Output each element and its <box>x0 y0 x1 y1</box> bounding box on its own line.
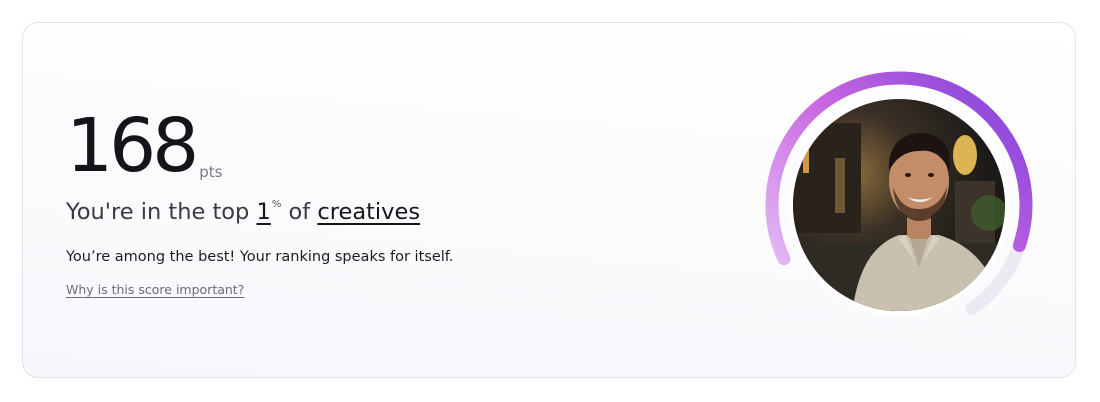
score-unit: pts <box>199 163 223 181</box>
why-score-important-link[interactable]: Why is this score important? <box>66 282 244 297</box>
ranking-connector: of <box>288 199 311 225</box>
ranking-value: 1 <box>256 199 271 225</box>
ranking-progress-ring <box>759 63 1039 343</box>
ranking-prefix: You're in the top <box>66 199 250 225</box>
ranking-percent-symbol: % <box>271 199 282 210</box>
score-value: 168 <box>66 103 199 189</box>
ranking-line: You're in the top 1% of creatives <box>66 199 420 225</box>
ranking-category-link[interactable]: creatives <box>317 199 420 225</box>
ranking-description: You’re among the best! Your ranking spea… <box>66 249 454 265</box>
score-display: 168 pts <box>66 109 222 183</box>
score-card: 168 pts You're in the top 1% of creative… <box>22 22 1076 378</box>
progress-ring-graphic <box>765 71 1033 316</box>
